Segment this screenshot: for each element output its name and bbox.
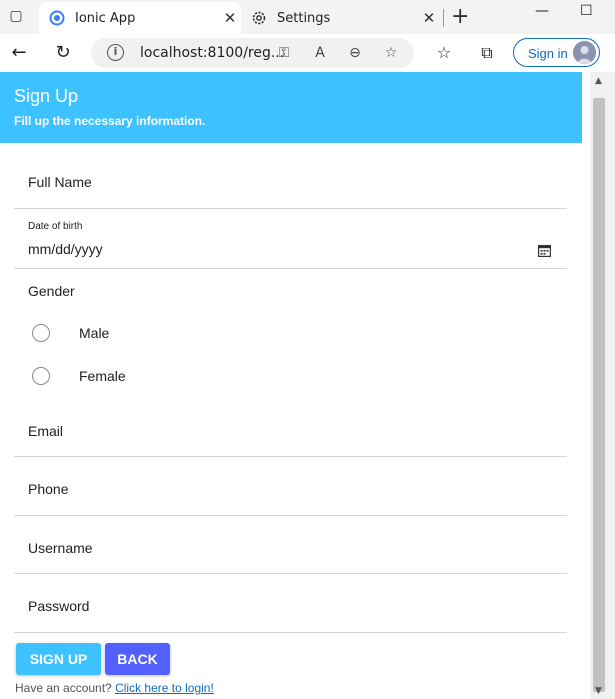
tab-separator: [443, 9, 444, 27]
scrollbar[interactable]: ▲ ▼: [590, 72, 615, 699]
female-label: Female: [79, 368, 126, 384]
favorites-icon[interactable]: ☆: [433, 42, 455, 64]
page-subtitle: Fill up the necessary information.: [14, 114, 206, 128]
refresh-icon[interactable]: ↻: [52, 42, 74, 64]
address-bar-row: ← ↻ i localhost:8100/reg... ⚿ A ⊖ ☆ ☆ ⧉ …: [0, 34, 615, 72]
url-text[interactable]: localhost:8100/reg...: [140, 45, 284, 61]
login-link[interactable]: Click here to login!: [115, 681, 214, 695]
email-label: Email: [28, 423, 64, 439]
close-tab-icon[interactable]: ✕: [418, 9, 440, 27]
full-name-label: Full Name: [28, 174, 92, 190]
male-radio[interactable]: [32, 324, 50, 342]
read-aloud-icon[interactable]: A: [310, 43, 330, 63]
email-field[interactable]: Email: [14, 398, 567, 457]
new-tab-icon[interactable]: +: [451, 4, 469, 29]
date-of-birth-input[interactable]: mm/dd/yyyy: [28, 241, 103, 257]
female-radio[interactable]: [32, 367, 50, 385]
phone-field[interactable]: Phone: [14, 457, 567, 516]
date-of-birth-field[interactable]: Date of birth mm/dd/yyyy: [14, 209, 567, 269]
avatar: [573, 41, 596, 64]
password-field[interactable]: Password: [14, 574, 567, 633]
date-of-birth-label: Date of birth: [28, 221, 83, 232]
gender-label: Gender: [28, 283, 75, 299]
address-bar[interactable]: i localhost:8100/reg... ⚿ A ⊖ ☆: [91, 38, 414, 68]
scroll-up-icon[interactable]: ▲: [595, 76, 602, 86]
username-label: Username: [28, 540, 93, 556]
add-favorite-icon[interactable]: ☆: [381, 43, 401, 63]
tab-title: Ionic App: [75, 10, 136, 26]
tab-actions-icon[interactable]: ▢: [7, 7, 25, 25]
ionic-icon: [49, 10, 65, 26]
username-field[interactable]: Username: [14, 516, 567, 574]
collections-icon[interactable]: ⧉: [476, 42, 498, 64]
gear-icon: [251, 10, 267, 26]
key-icon[interactable]: ⚿: [274, 43, 294, 63]
gender-option-female[interactable]: Female: [14, 357, 567, 397]
tab-settings[interactable]: Settings ✕: [245, 2, 440, 34]
tab-ionic-app[interactable]: Ionic App ✕: [39, 2, 241, 34]
page-viewport: Sign Up Fill up the necessary informatio…: [0, 72, 615, 699]
minimize-icon[interactable]: —: [535, 3, 549, 19]
tab-title: Settings: [277, 10, 331, 26]
tab-bar: ▢ Ionic App ✕ Settings ✕ + — ☐: [0, 0, 615, 34]
close-tab-icon[interactable]: ✕: [219, 9, 241, 27]
page-header: Sign Up Fill up the necessary informatio…: [0, 72, 582, 143]
sign-in-label: Sign in: [528, 46, 568, 61]
have-account-text: Have an account? Click here to login!: [15, 681, 214, 695]
back-arrow-icon[interactable]: ←: [8, 42, 30, 64]
back-button[interactable]: BACK: [105, 643, 170, 675]
site-info-icon[interactable]: i: [107, 44, 124, 61]
password-label: Password: [28, 598, 90, 614]
full-name-field[interactable]: Full Name: [14, 143, 567, 209]
have-account-prompt: Have an account?: [15, 681, 112, 695]
zoom-out-icon[interactable]: ⊖: [345, 43, 365, 63]
sign-up-button[interactable]: SIGN UP: [16, 643, 101, 675]
gender-option-male[interactable]: Male: [14, 314, 567, 354]
scroll-down-icon[interactable]: ▼: [595, 686, 602, 696]
maximize-icon[interactable]: ☐: [580, 3, 593, 19]
calendar-icon[interactable]: [538, 244, 552, 258]
scroll-thumb[interactable]: [593, 98, 605, 692]
phone-label: Phone: [28, 481, 69, 497]
male-label: Male: [79, 325, 110, 341]
sign-in-button[interactable]: Sign in: [513, 38, 600, 67]
page-title: Sign Up: [14, 86, 79, 106]
